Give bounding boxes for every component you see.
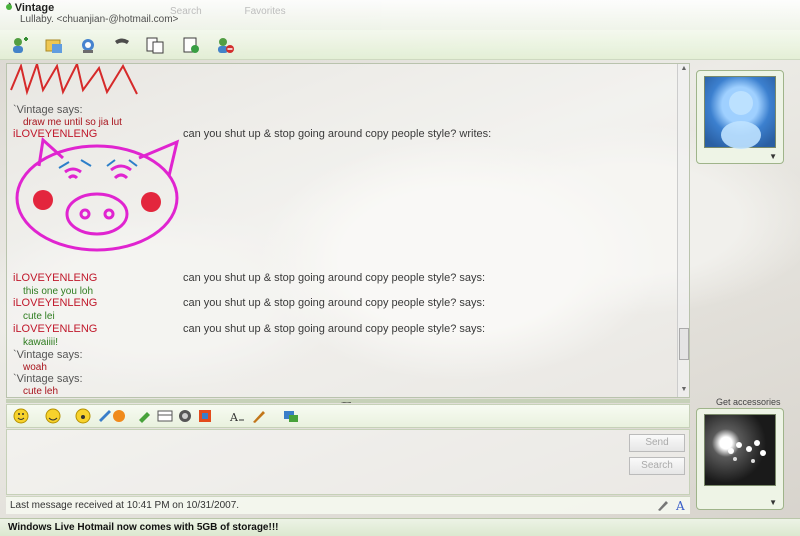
message-text: cute leh <box>23 386 59 397</box>
scroll-thumb[interactable] <box>679 328 689 360</box>
message-text: draw me until so jia lut <box>23 117 122 128</box>
last-message-status: Last message received at 10:41 PM on 10/… <box>6 496 690 514</box>
text-mode-icon[interactable]: A <box>674 498 688 513</box>
voice-call-icon[interactable] <box>112 35 132 55</box>
font-icon[interactable]: A <box>229 408 245 424</box>
sender-psm: can you shut up & stop going around copy… <box>183 272 486 284</box>
sender-psm: can you shut up & stop going around copy… <box>183 297 486 309</box>
handwriting-mode-icon[interactable] <box>656 498 670 512</box>
screen-share-icon[interactable] <box>283 408 299 424</box>
message-header: `Vintage says: <box>13 373 83 385</box>
message-text: woah <box>23 362 47 373</box>
hotmail-ad-bar[interactable]: Windows Live Hotmail now comes with 5GB … <box>0 518 800 536</box>
contact-avatar-frame[interactable]: ▼ <box>696 70 784 164</box>
wink-icon[interactable] <box>45 408 61 424</box>
send-button[interactable]: Send <box>629 434 685 452</box>
contact-avatar <box>704 76 776 149</box>
color-brush-icon[interactable] <box>251 408 267 424</box>
scroll-up-icon[interactable]: ▲ <box>679 65 689 75</box>
pane-splitter[interactable]: ........ <box>6 396 690 405</box>
games-icon[interactable] <box>181 35 201 55</box>
background-icon[interactable] <box>157 408 173 424</box>
history-scrollbar[interactable]: ▲ ▼ <box>677 64 689 397</box>
ghost-favorites: Favorites <box>244 6 286 17</box>
invite-contact-icon[interactable] <box>10 35 30 55</box>
sender-nick: iLOVEYENLENG <box>13 297 98 309</box>
video-call-icon[interactable] <box>78 35 98 55</box>
title-header: ` Vintage Lullaby. <chuanjian-@hotmail.c… <box>0 0 800 30</box>
nudge-icon[interactable] <box>75 408 91 424</box>
format-toolbar: A <box>6 404 690 428</box>
message-text: cute lei <box>23 311 55 322</box>
conversation-history[interactable]: `Vintage says: draw me until so jia lut … <box>6 63 690 398</box>
get-accessories-link[interactable]: Get accessories <box>716 397 781 407</box>
gift-icon[interactable] <box>177 408 193 424</box>
winks-icon[interactable] <box>111 408 127 424</box>
message-text: kawaiiii! <box>23 337 59 348</box>
sender-nick: iLOVEYENLENG <box>13 272 98 284</box>
sender-psm: can you shut up & stop going around copy… <box>183 128 492 140</box>
drawing-scribble <box>10 64 138 96</box>
send-files-icon[interactable] <box>44 35 64 55</box>
contact-email: Lullaby. <chuanjian-@hotmail.com> <box>20 14 179 25</box>
message-header: `Vintage says: <box>13 349 83 361</box>
emoticon-icon[interactable] <box>13 408 29 424</box>
svg-text:A: A <box>229 411 239 424</box>
svg-text:A: A <box>675 499 685 512</box>
message-text: this one you loh <box>23 286 94 297</box>
share-folder-icon[interactable] <box>145 35 165 55</box>
block-icon[interactable] <box>215 35 235 55</box>
games-fb-icon[interactable] <box>197 408 213 424</box>
ghost-browser-bar: Search Favorites <box>170 6 326 17</box>
scroll-down-icon[interactable]: ▼ <box>679 386 689 396</box>
avatar-menu-arrow-icon[interactable]: ▼ <box>769 152 777 161</box>
sender-psm: can you shut up & stop going around copy… <box>183 323 486 335</box>
handwriting-icon[interactable] <box>137 408 153 424</box>
message-input[interactable]: Send Search <box>6 429 690 495</box>
contact-name: ` Vintage <box>8 2 55 14</box>
my-avatar-frame[interactable]: ▼ <box>696 408 784 510</box>
ghost-search: Search <box>170 6 202 17</box>
my-avatar-menu-arrow-icon[interactable]: ▼ <box>769 498 777 507</box>
conversation-toolbar <box>0 30 800 60</box>
pig-drawing <box>15 137 180 252</box>
message-header: `Vintage says: <box>13 104 83 116</box>
my-avatar <box>704 414 776 486</box>
hotmail-ad-text: Windows Live Hotmail now comes with 5GB … <box>8 522 279 533</box>
sender-nick: iLOVEYENLENG <box>13 323 98 335</box>
search-button[interactable]: Search <box>629 457 685 475</box>
